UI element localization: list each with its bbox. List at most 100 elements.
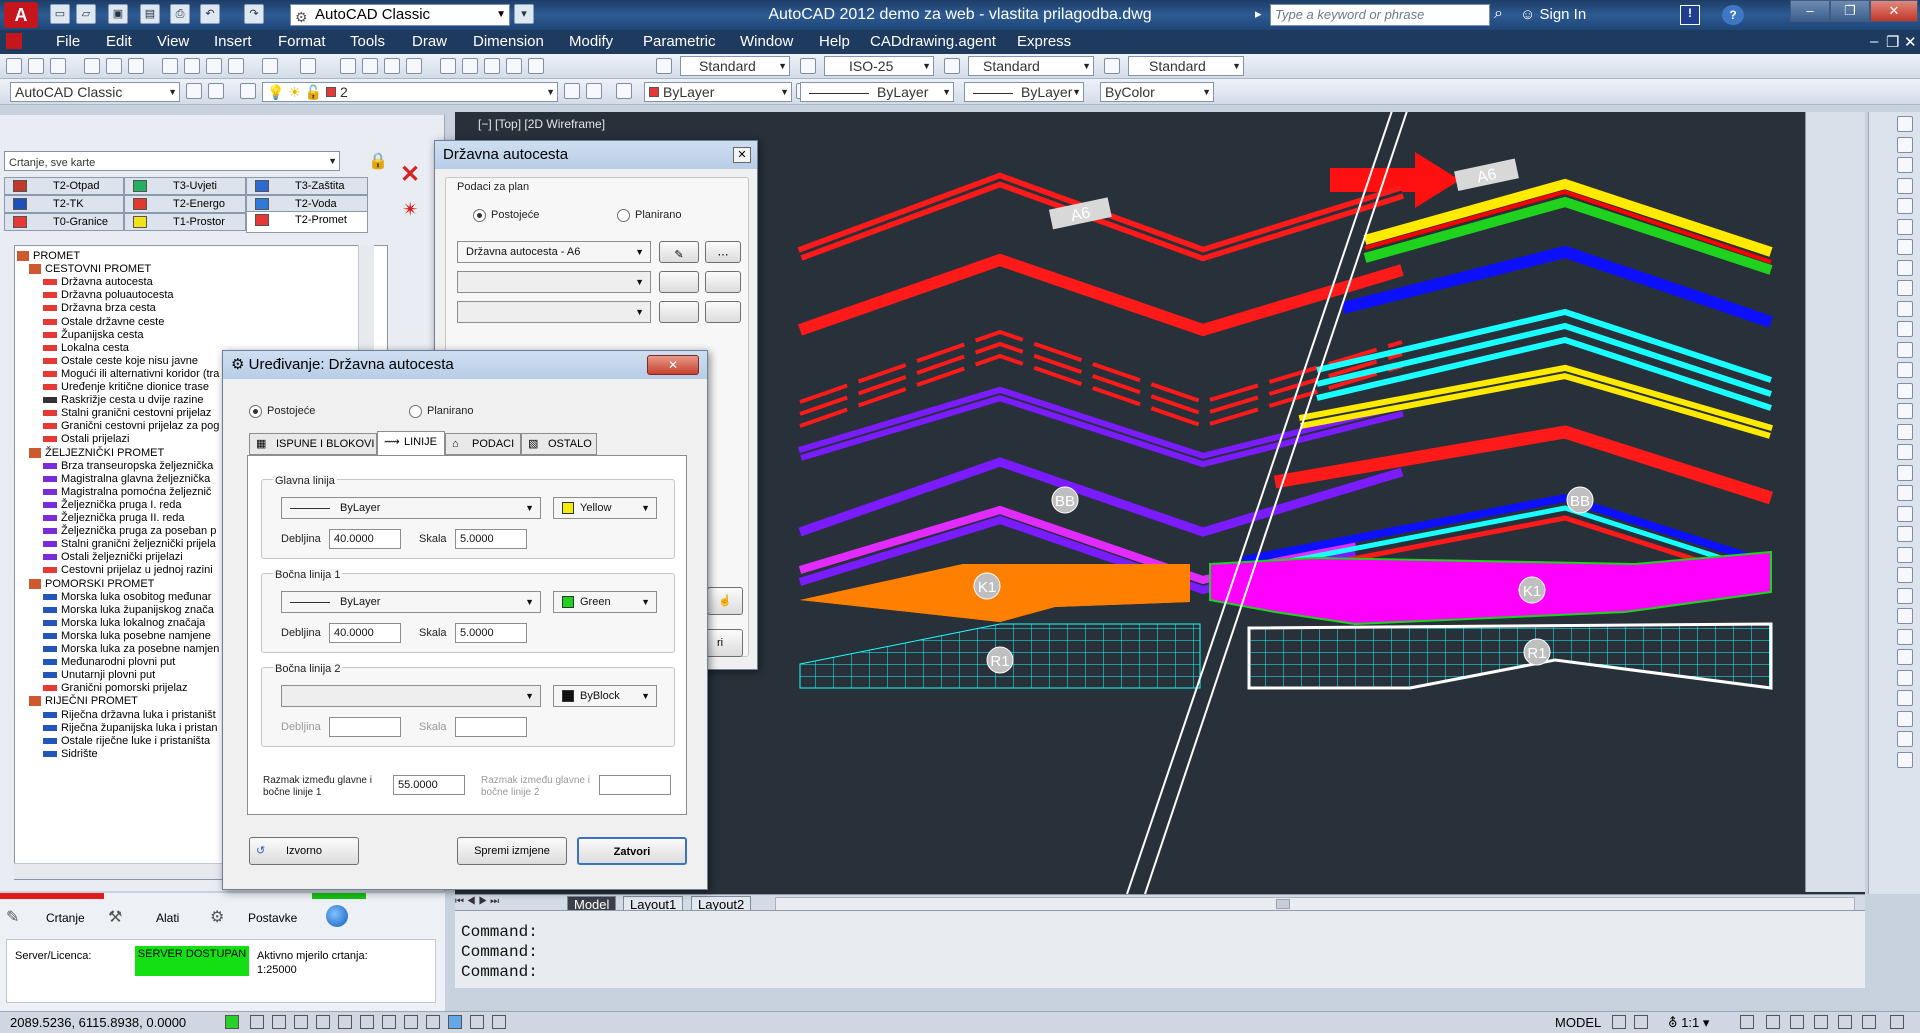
plot-icon[interactable] [84,58,100,74]
command-line[interactable]: Command: Command: Command: [455,910,1865,988]
help-icon[interactable]: ? [1722,5,1744,25]
publish-icon[interactable] [128,58,144,74]
cut-icon[interactable] [162,58,178,74]
gap2-input[interactable] [599,775,671,795]
plot-preview-icon[interactable] [106,58,122,74]
match-properties-icon[interactable] [228,58,244,74]
infer-constraints-icon[interactable] [225,1015,239,1029]
radio-existing[interactable] [249,405,262,418]
sheet-set-icon[interactable] [506,58,522,74]
close-icon[interactable]: ✕ [733,147,751,163]
color-combo[interactable]: ByLayer ▼ [644,82,792,102]
select-button[interactable]: ⋯ [705,241,741,263]
new-icon[interactable] [6,58,22,74]
undo-icon[interactable] [262,58,278,74]
pick-button[interactable] [659,271,699,293]
make-object-layer-current-icon[interactable] [564,83,580,99]
main-width-input[interactable]: 40.0000 [329,529,401,549]
open-icon[interactable]: ▱ [76,4,96,24]
tab-t3-zastita[interactable]: T3-Zaštita [246,177,368,195]
search-expand-icon[interactable]: ▸ [1255,6,1262,22]
viewport-label[interactable]: [−] [Top] [2D Wireframe] [478,117,605,131]
markup-icon[interactable] [528,58,544,74]
mleader-style-combo[interactable]: Standard ▼ [1128,56,1244,76]
doc-minimize-icon[interactable]: – [1870,33,1878,50]
construction-line-icon[interactable] [1897,136,1913,153]
tab-other[interactable]: ▧ OSTALO [521,433,597,455]
quick-access-dropdown-icon[interactable]: ▾ [514,4,534,24]
menu-format[interactable]: Format [278,33,326,50]
tree-layer-item[interactable]: Sidrište [43,746,98,762]
redo-icon[interactable]: ↷ [244,4,264,24]
side2-linetype-select[interactable]: ▼ [281,685,541,707]
menu-caddrawing-agent[interactable]: CADdrawing.agent [870,33,996,50]
menu-tools[interactable]: Tools [350,33,385,50]
annotation-scale[interactable]: ⛢ 1:1 ▾ [1668,1015,1709,1031]
close-button[interactable]: ✕ [647,355,699,375]
tab-t0-granice[interactable]: T0-Granice [4,213,124,231]
tab-t2-tk[interactable]: T2-TK [4,195,124,213]
ellipse-arc-icon[interactable] [1897,321,1913,337]
command-prompt[interactable]: Command: [461,963,538,981]
saveas-icon[interactable]: ▤ [140,4,160,24]
stretch-icon[interactable] [1897,690,1913,706]
side1-color-select[interactable]: Green ▼ [553,591,657,613]
spline-icon[interactable] [1897,280,1913,296]
isolate-objects-icon[interactable] [1838,1015,1852,1029]
break-icon[interactable] [1897,751,1913,768]
line-icon[interactable] [1897,116,1913,132]
layer-manager-icon[interactable] [208,83,224,99]
radio-planned[interactable] [409,405,422,418]
side2-color-select[interactable]: ByBlock ▼ [553,685,657,707]
point-icon[interactable] [1897,382,1913,399]
side2-width-input[interactable] [329,717,401,737]
properties-icon[interactable] [440,58,456,74]
scale-icon[interactable] [1897,669,1913,686]
workspace-combo[interactable]: ⚙ AutoCAD Classic ▼ [290,4,510,26]
gradient-icon[interactable] [1897,423,1913,440]
menu-edit[interactable]: Edit [106,33,132,50]
search-input[interactable]: Type a keyword or phrase [1270,4,1490,26]
tab-crtanje[interactable]: Crtanje [46,911,85,925]
tab-fills-blocks[interactable]: ▦ ISPUNE I BLOKOVI [249,433,377,455]
menu-parametric[interactable]: Parametric [643,33,716,50]
gap1-input[interactable]: 55.0000 [393,775,465,795]
sign-in-link[interactable]: ☺ Sign In [1520,3,1586,27]
menu-file[interactable]: File [56,33,80,50]
workspace-switching-icon[interactable] [1766,1015,1780,1029]
sc-icon[interactable] [492,1015,506,1029]
osnap-icon[interactable] [338,1015,352,1029]
ellipse-icon[interactable] [1897,300,1913,317]
close-dialog-button[interactable]: Zatvori [577,837,687,865]
hardware-acceleration-icon[interactable] [1814,1015,1828,1029]
menu-modify[interactable]: Modify [569,33,613,50]
horizontal-scrollbar[interactable] [775,897,1855,911]
tool-palettes-icon[interactable] [484,58,500,74]
copy-icon[interactable] [1897,546,1913,563]
side1-linetype-select[interactable]: ByLayer ▼ [281,591,541,613]
canvas-vertical-scrollbar[interactable] [1805,112,1865,892]
application-menu-button[interactable]: A [4,2,38,28]
linetype-combo[interactable]: ByLayer ▼ [800,82,954,102]
dyn-icon[interactable] [404,1015,418,1029]
maximize-button[interactable]: ❐ [1830,0,1870,22]
close-button[interactable]: ✕ [1870,0,1918,22]
side1-width-input[interactable]: 40.0000 [329,623,401,643]
tab-lines[interactable]: ⟿ LINIJE [377,431,445,455]
communication-center-icon[interactable]: ! [1680,5,1700,25]
tab-data[interactable]: ⌂ PODACI [445,433,521,455]
zoom-window-icon[interactable] [384,58,400,74]
scrollbar-thumb[interactable] [1276,899,1290,909]
table-icon[interactable] [1897,464,1913,481]
search-icon[interactable]: ⌕ [1494,5,1503,23]
hand-pick-button[interactable]: ☝ [707,587,743,615]
pick-button[interactable]: ✎ [659,241,699,263]
rectangle-icon[interactable] [1897,198,1913,214]
menu-dimension[interactable]: Dimension [473,33,544,50]
layer-combo[interactable]: 💡 ☀ 🔓 2 ▼ [262,82,558,102]
plotstyle-combo[interactable]: ByColor ▼ [1100,82,1214,102]
hatch-icon[interactable] [1897,403,1913,419]
rotate-icon[interactable] [1897,649,1913,665]
menu-help[interactable]: Help [819,33,850,50]
array-icon[interactable] [1897,608,1913,624]
